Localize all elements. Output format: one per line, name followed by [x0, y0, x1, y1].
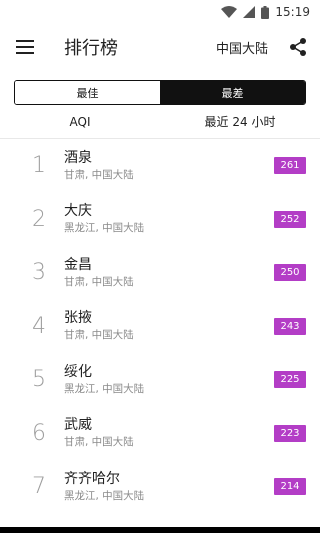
period-label[interactable]: 最近 24 小时 [160, 113, 320, 130]
ranking-list: 1 酒泉 甘肃, 中国大陆 261 2 大庆 黑龙江, 中国大陆 252 3 金… [0, 139, 320, 514]
city-region: 黑龙江, 中国大陆 [64, 382, 145, 395]
rank-number: 3 [32, 260, 46, 286]
aqi-badge: 243 [274, 317, 306, 335]
menu-icon[interactable] [16, 40, 34, 54]
rank-number: 4 [32, 313, 46, 339]
city-region: 甘肃, 中国大陆 [64, 436, 134, 449]
app-screen: 15:19 排行榜 中国大陆 最佳 最差 AQI 最近 24 小时 1 酒泉 甘… [0, 0, 320, 533]
city-info: 金昌 甘肃, 中国大陆 [64, 256, 274, 290]
city-name: 大庆 [64, 203, 92, 220]
city-region: 甘肃, 中国大陆 [64, 275, 134, 288]
aqi-badge: 223 [274, 424, 306, 442]
ranking-row[interactable]: 6 武威 甘肃, 中国大陆 223 [0, 407, 320, 461]
ranking-row[interactable]: 3 金昌 甘肃, 中国大陆 250 [0, 246, 320, 300]
rank-number: 1 [32, 153, 46, 179]
aqi-badge: 261 [274, 157, 306, 175]
rank-number: 2 [32, 206, 46, 232]
city-name: 张掖 [64, 310, 92, 327]
share-icon[interactable] [288, 37, 308, 57]
rank-number: 7 [32, 474, 46, 500]
region-selector[interactable]: 中国大陆 [216, 38, 268, 57]
city-info: 武威 甘肃, 中国大陆 [64, 416, 274, 450]
city-info: 齐齐哈尔 黑龙江, 中国大陆 [64, 470, 274, 504]
status-bar: 15:19 [0, 0, 320, 24]
toggle-best-button[interactable]: 最佳 [15, 81, 160, 104]
city-name: 武威 [64, 417, 92, 434]
rank-number: 5 [32, 367, 46, 393]
ranking-row[interactable]: 4 张掖 甘肃, 中国大陆 243 [0, 300, 320, 354]
app-bar: 排行榜 中国大陆 [0, 24, 320, 70]
city-name: 齐齐哈尔 [64, 470, 120, 487]
ranking-row[interactable]: 2 大庆 黑龙江, 中国大陆 252 [0, 193, 320, 247]
city-region: 甘肃, 中国大陆 [64, 168, 134, 181]
city-region: 黑龙江, 中国大陆 [64, 489, 145, 502]
rank-number: 6 [32, 420, 46, 446]
city-name: 绥化 [64, 363, 92, 380]
system-nav-bar [0, 527, 320, 533]
city-info: 绥化 黑龙江, 中国大陆 [64, 363, 274, 397]
wifi-icon [221, 6, 238, 18]
signal-icon [243, 6, 256, 18]
best-worst-toggle: 最佳 最差 [14, 80, 306, 105]
page-title: 排行榜 [64, 38, 118, 59]
city-info: 酒泉 甘肃, 中国大陆 [64, 149, 274, 183]
ranking-row[interactable]: 1 酒泉 甘肃, 中国大陆 261 [0, 139, 320, 193]
aqi-badge: 252 [274, 210, 306, 228]
battery-icon [261, 5, 270, 19]
metric-label[interactable]: AQI [0, 115, 160, 129]
best-worst-toggle-wrap: 最佳 最差 [0, 70, 320, 105]
city-name: 酒泉 [64, 149, 92, 166]
city-name: 金昌 [64, 256, 92, 273]
list-header: AQI 最近 24 小时 [0, 105, 320, 139]
aqi-badge: 250 [274, 264, 306, 282]
city-info: 张掖 甘肃, 中国大陆 [64, 309, 274, 343]
city-info: 大庆 黑龙江, 中国大陆 [64, 202, 274, 236]
ranking-row[interactable]: 7 齐齐哈尔 黑龙江, 中国大陆 214 [0, 460, 320, 514]
city-region: 黑龙江, 中国大陆 [64, 222, 145, 235]
city-region: 甘肃, 中国大陆 [64, 329, 134, 342]
toggle-worst-button[interactable]: 最差 [160, 81, 305, 104]
aqi-badge: 214 [274, 478, 306, 496]
ranking-row[interactable]: 5 绥化 黑龙江, 中国大陆 225 [0, 353, 320, 407]
aqi-badge: 225 [274, 371, 306, 389]
status-time: 15:19 [275, 5, 310, 19]
